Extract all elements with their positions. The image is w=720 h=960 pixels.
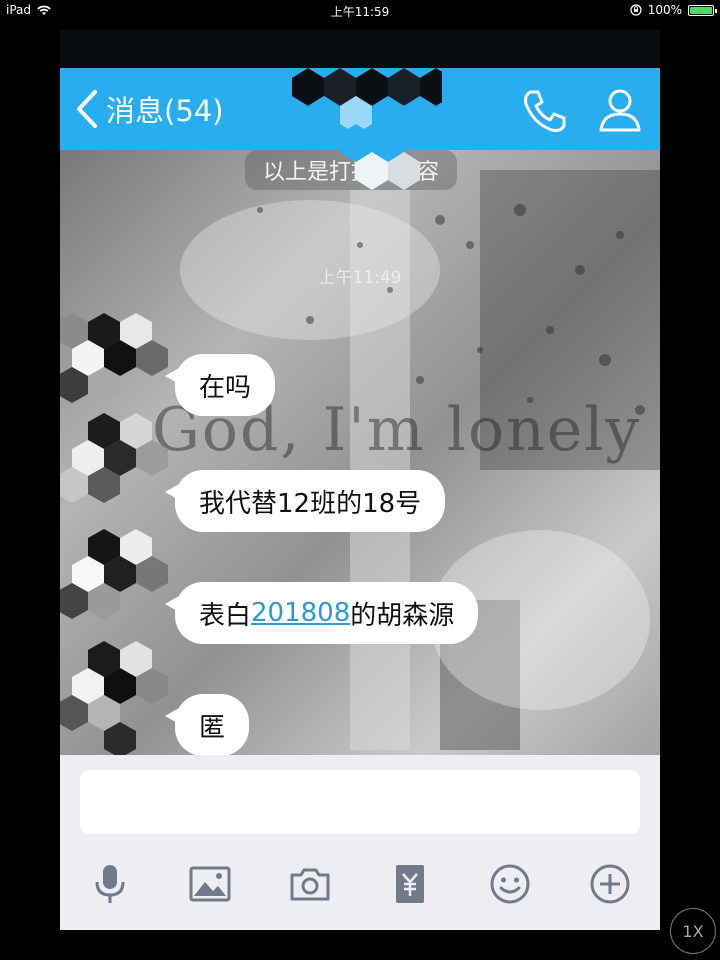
emoji-icon	[490, 864, 530, 904]
microphone-icon	[95, 865, 125, 903]
input-area	[60, 755, 660, 930]
number-link[interactable]: 201808	[251, 598, 350, 628]
censor-pixelation	[292, 68, 442, 190]
call-button[interactable]	[520, 86, 570, 134]
person-icon	[599, 89, 641, 132]
phone-status-bar	[60, 30, 660, 68]
message-bubble[interactable]: 在吗	[164, 354, 276, 416]
phone-screen: 消息(54) 以上是打招呼内容 上午11:49 God, I'm lonely …	[60, 30, 660, 930]
message-bubble[interactable]: 我代替12班的18号	[164, 470, 446, 532]
battery-percent: 100%	[647, 3, 682, 17]
voice-button[interactable]	[82, 856, 138, 912]
more-button[interactable]	[582, 856, 638, 912]
camera-button[interactable]	[282, 856, 338, 912]
phone-icon	[524, 90, 566, 132]
input-toolbar	[60, 848, 660, 920]
back-button[interactable]: 消息(54)	[74, 88, 224, 130]
message-timestamp: 上午11:49	[318, 268, 402, 288]
photo-button[interactable]	[182, 856, 238, 912]
message-text: 在吗	[199, 372, 252, 403]
chat-area[interactable]: 以上是打招呼内容 上午11:49 God, I'm lonely 在吗 我代替1…	[60, 150, 660, 755]
orientation-lock-icon	[630, 4, 642, 16]
emoji-button[interactable]	[482, 856, 538, 912]
message-bubble[interactable]: 表白 201808 的胡森源	[164, 582, 479, 644]
plus-icon	[590, 864, 630, 904]
camera-icon	[290, 868, 330, 901]
ipad-status-bar: iPad 上午11:59 100%	[0, 0, 720, 22]
image-icon	[189, 866, 231, 902]
device-time: 上午11:59	[330, 5, 390, 19]
back-title: 消息(54)	[106, 94, 224, 128]
red-packet-button[interactable]	[382, 856, 438, 912]
chevron-left-icon	[77, 90, 97, 128]
zoom-toggle-button[interactable]: 1X	[670, 908, 716, 954]
message-text: 我代替12班的18号	[199, 488, 422, 519]
message-text-suffix: 的胡森源	[350, 600, 455, 631]
message-text: 匿	[199, 712, 226, 743]
profile-button[interactable]	[595, 86, 645, 134]
message-text-prefix: 表白	[199, 600, 252, 631]
battery-icon	[688, 4, 717, 16]
message-bubble[interactable]: 匿	[164, 694, 250, 755]
message-input[interactable]	[80, 770, 640, 834]
avatar[interactable]	[60, 310, 170, 755]
red-packet-icon	[396, 865, 424, 903]
